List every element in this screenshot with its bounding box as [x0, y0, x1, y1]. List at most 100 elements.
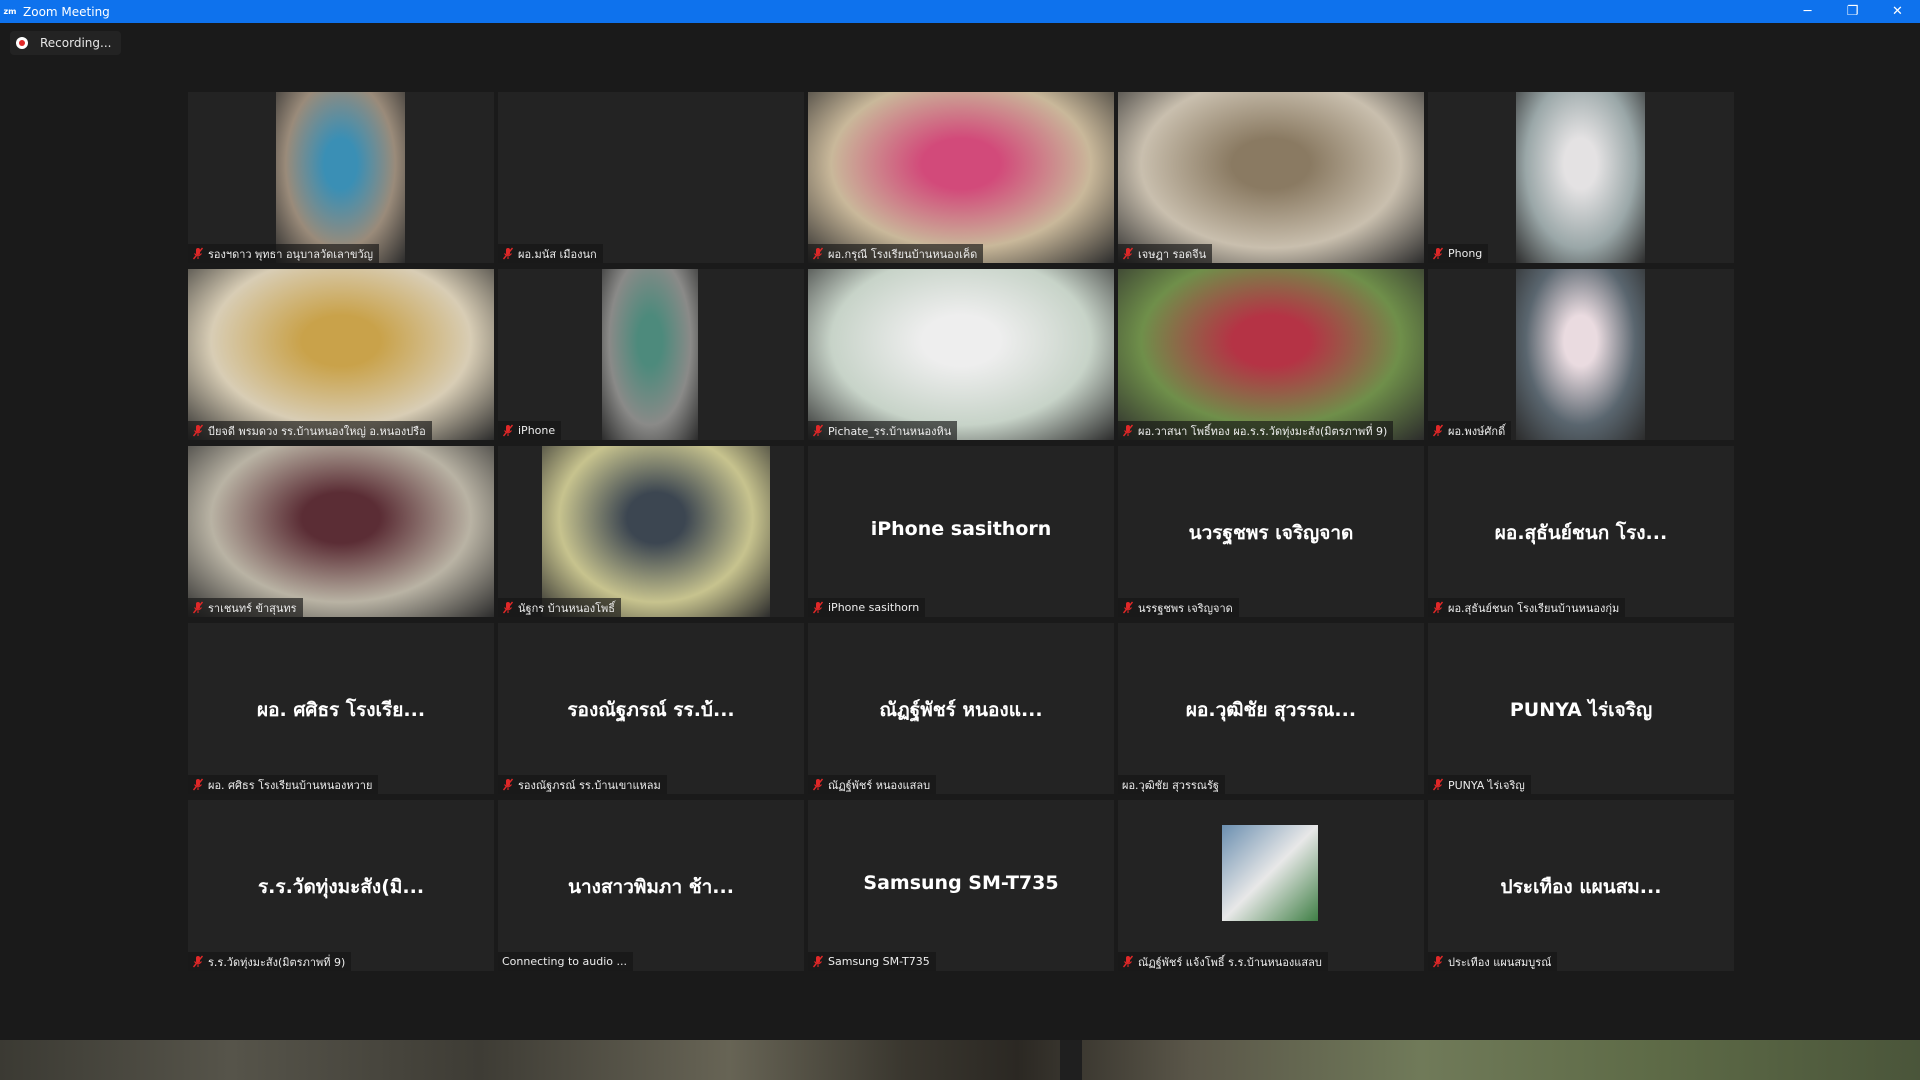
participant-display-name: นวรฐชพร เจริญจาด: [1188, 522, 1354, 544]
participant-name: ผอ.วุฒิชัย สุวรรณรัฐ: [1122, 778, 1219, 792]
participant-video: [1516, 92, 1645, 263]
participant-display-name: Samsung SM-T735: [863, 872, 1059, 894]
participant-video: [1516, 269, 1645, 440]
participant-display-name: นางสาวพิมภา ช้า...: [568, 876, 734, 898]
participant-tile[interactable]: iPhone sasithorn iPhone sasithorn: [808, 446, 1114, 617]
participant-name-tag: Pichate_รร.บ้านหนองหิน: [808, 421, 958, 440]
participant-display-name: ผอ. ศศิธร โรงเรีย...: [256, 699, 426, 721]
muted-mic-icon: [1432, 247, 1444, 260]
participant-tile[interactable]: Samsung SM-T735 Samsung SM-T735: [808, 800, 1114, 971]
participant-video: [276, 92, 405, 263]
participant-display-name: ประเทือง แผนสม...: [1500, 876, 1662, 898]
participant-display-name: ร.ร.วัดทุ่งมะสัง(มิ...: [257, 876, 425, 898]
muted-mic-icon: [192, 247, 204, 260]
close-button[interactable]: ✕: [1875, 0, 1920, 23]
participant-name: ร.ร.วัดทุ่งมะสัง(มิตรภาพที่ 9): [208, 955, 346, 969]
participant-name-tag: ผอ.มนัส เมืองนก: [498, 244, 603, 263]
participant-name-tag: iPhone: [498, 421, 562, 440]
participant-tile[interactable]: ผอ. ศศิธร โรงเรีย... ผอ. ศศิธร โรงเรียนบ้…: [188, 623, 494, 794]
participant-video: [808, 269, 1114, 440]
gallery-view: รองฯดาว พุทธา อนุบาลวัดเลาขวัญ ผอ.มนัส เม…: [188, 92, 1734, 971]
participant-tile[interactable]: นวรฐชพร เจริญจาดนรรฐชพร เจริญจาด: [1118, 446, 1424, 617]
participant-name: Phong: [1448, 247, 1483, 260]
participant-name-tag: Connecting to audio ...: [498, 952, 633, 971]
participant-tile[interactable]: รองฯดาว พุทธา อนุบาลวัดเลาขวัญ: [188, 92, 494, 263]
participant-name-tag: รองณัฐภรณ์ รร.บ้านเขาแหลม: [498, 775, 667, 794]
participant-display-name: รองณัฐภรณ์ รร.บ้...: [567, 699, 735, 721]
participant-name: ประเทือง แผนสมบูรณ์: [1448, 955, 1552, 969]
participant-name-tag: ผอ.พงษ์ศักดิ์: [1428, 421, 1512, 440]
participant-name-tag: PUNYA ไร่เจริญ: [1428, 775, 1531, 794]
participant-tile[interactable]: บียจดี พรมดวง รร.บ้านหนองใหญ่ อ.หนองปรือ: [188, 269, 494, 440]
participant-tile[interactable]: Pichate_รร.บ้านหนองหิน: [808, 269, 1114, 440]
participant-video: [188, 446, 494, 617]
muted-mic-icon: [812, 601, 824, 614]
participant-tile[interactable]: นางสาวพิมภา ช้า... Connecting to audio ..…: [498, 800, 804, 971]
participant-name: PUNYA ไร่เจริญ: [1448, 778, 1525, 792]
participant-name: iPhone sasithorn: [828, 601, 920, 614]
participant-tile[interactable]: ผอ.กรุณี โรงเรียนบ้านหนองเค็ด: [808, 92, 1114, 263]
participant-name: Samsung SM-T735: [828, 955, 930, 968]
participant-name-tag: ราเชนทร์ ข้าสุนทร: [188, 598, 303, 617]
participant-display-name: iPhone sasithorn: [870, 518, 1052, 540]
participant-tile[interactable]: ผอ.วุฒิชัย สุวรรณ... ผอ.วุฒิชัย สุวรรณรัฐ: [1118, 623, 1424, 794]
participant-tile[interactable]: ผอ.พงษ์ศักดิ์: [1428, 269, 1734, 440]
participant-name: ผอ.มนัส เมืองนก: [518, 247, 597, 261]
participant-display-name: ผอ.วุฒิชัย สุวรรณ...: [1185, 699, 1357, 721]
participant-tile[interactable]: Phong: [1428, 92, 1734, 263]
restore-button[interactable]: ❐: [1830, 0, 1875, 23]
participant-tile[interactable]: นัฐกร บ้านหนองโพธิ์: [498, 446, 804, 617]
participant-name: รองฯดาว พุทธา อนุบาลวัดเลาขวัญ: [208, 247, 374, 261]
muted-mic-icon: [812, 247, 824, 260]
participant-tile[interactable]: ร.ร.วัดทุ่งมะสัง(มิ... ร.ร.วัดทุ่งมะสัง(ม…: [188, 800, 494, 971]
record-icon: [16, 37, 28, 49]
participant-name-tag: ผอ.สุธันย์ชนก โรงเรียนบ้านหนองกุ่ม: [1428, 598, 1626, 617]
profile-picture: [1222, 825, 1318, 921]
muted-mic-icon: [812, 424, 824, 437]
window-title: Zoom Meeting: [23, 4, 110, 19]
participant-video: [602, 269, 698, 440]
participant-name: ผอ.วาสนา โพธิ์ทอง ผอ.ร.ร.วัดทุ่งมะสัง(มิ…: [1138, 424, 1388, 438]
muted-mic-icon: [192, 778, 204, 791]
participant-tile[interactable]: ผอ.สุธันย์ชนก โรง... ผอ.สุธันย์ชนก โรงเรี…: [1428, 446, 1734, 617]
participant-tile[interactable]: ณัฏฐ์พัชร์ หนองแ... ณัฏฐ์พัชร์ หนองแสลบ: [808, 623, 1114, 794]
participant-display-name: PUNYA ไร่เจริญ: [1509, 699, 1653, 721]
participant-tile[interactable]: ผอ.วาสนา โพธิ์ทอง ผอ.ร.ร.วัดทุ่งมะสัง(มิ…: [1118, 269, 1424, 440]
title-bar: zm Zoom Meeting ─ ❐ ✕: [0, 0, 1920, 23]
participant-tile[interactable]: เจษฎา รอดจีน: [1118, 92, 1424, 263]
participant-name-tag: ณัฏฐ์พัชร์ แจ้งโพธิ์ ร.ร.บ้านหนองแสลบ: [1118, 952, 1328, 971]
participant-tile[interactable]: รองณัฐภรณ์ รร.บ้... รองณัฐภรณ์ รร.บ้านเขา…: [498, 623, 804, 794]
background-photo-strip: [0, 1040, 1920, 1080]
participant-tile[interactable]: ประเทือง แผนสม... ประเทือง แผนสมบูรณ์: [1428, 800, 1734, 971]
participant-tile[interactable]: iPhone: [498, 269, 804, 440]
recording-indicator[interactable]: Recording...: [10, 31, 122, 55]
participant-name-tag: Samsung SM-T735: [808, 952, 936, 971]
participant-display-name: ณัฏฐ์พัชร์ หนองแ...: [879, 699, 1043, 721]
muted-mic-icon: [1122, 955, 1134, 968]
muted-mic-icon: [1432, 778, 1444, 791]
muted-mic-icon: [502, 601, 514, 614]
participant-name: นรรฐชพร เจริญจาด: [1138, 601, 1233, 615]
participant-tile[interactable]: ราเชนทร์ ข้าสุนทร: [188, 446, 494, 617]
participant-name-tag: ผอ.วาสนา โพธิ์ทอง ผอ.ร.ร.วัดทุ่งมะสัง(มิ…: [1118, 421, 1394, 440]
muted-mic-icon: [192, 424, 204, 437]
participant-tile[interactable]: ณัฏฐ์พัชร์ แจ้งโพธิ์ ร.ร.บ้านหนองแสลบ: [1118, 800, 1424, 971]
participant-name-tag: Phong: [1428, 244, 1489, 263]
participant-name-tag: iPhone sasithorn: [808, 598, 926, 617]
participant-name: Pichate_รร.บ้านหนองหิน: [828, 424, 952, 438]
participant-tile[interactable]: PUNYA ไร่เจริญ PUNYA ไร่เจริญ: [1428, 623, 1734, 794]
participant-video: [188, 269, 494, 440]
muted-mic-icon: [502, 778, 514, 791]
minimize-button[interactable]: ─: [1785, 0, 1830, 23]
zoom-logo-icon: zm: [3, 6, 17, 16]
participant-name-tag: ผอ.กรุณี โรงเรียนบ้านหนองเค็ด: [808, 244, 984, 263]
participant-video: [808, 92, 1114, 263]
muted-mic-icon: [502, 247, 514, 260]
participant-video: [542, 446, 770, 617]
participant-name: เจษฎา รอดจีน: [1138, 247, 1207, 261]
muted-mic-icon: [502, 424, 514, 437]
participant-name-tag: ผอ.วุฒิชัย สุวรรณรัฐ: [1118, 775, 1225, 794]
participant-tile[interactable]: ผอ.มนัส เมืองนก: [498, 92, 804, 263]
participant-name-tag: รองฯดาว พุทธา อนุบาลวัดเลาขวัญ: [188, 244, 380, 263]
muted-mic-icon: [812, 955, 824, 968]
